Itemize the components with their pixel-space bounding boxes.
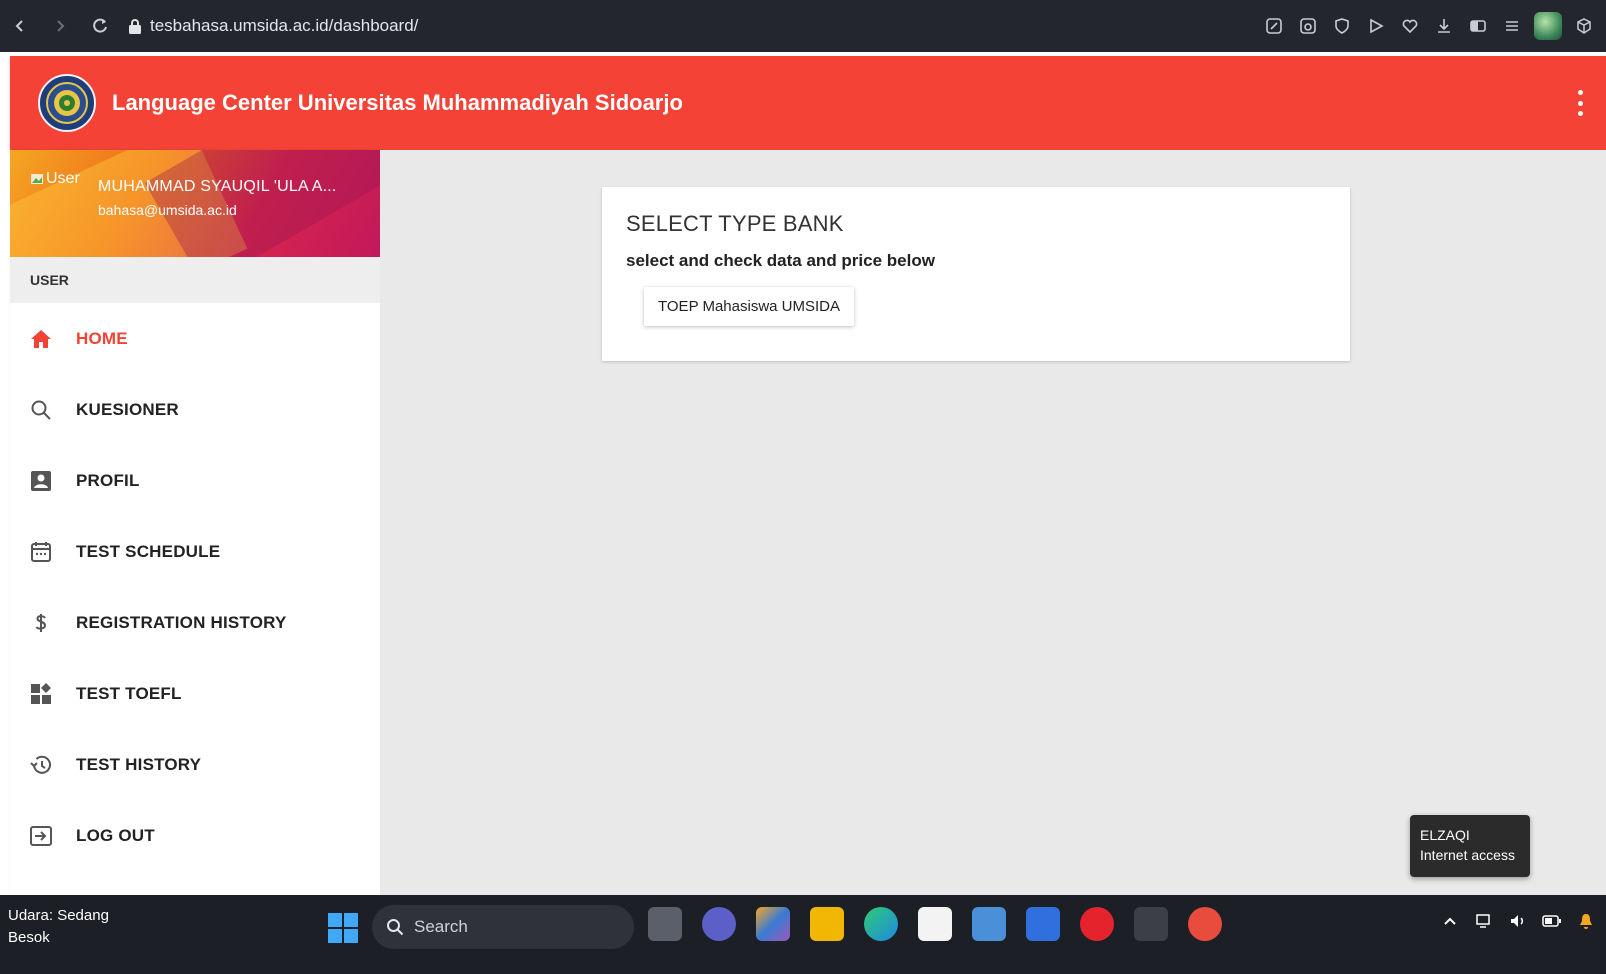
sidebar-item-test-history[interactable]: TEST HISTORY [10,729,380,800]
card-title: SELECT TYPE BANK [626,211,844,236]
reload-icon [93,18,107,33]
copilot-icon[interactable] [756,907,790,941]
sidebar-item-test-toefl[interactable]: TEST TOEFL [10,658,380,729]
menu-icon[interactable] [1500,14,1524,38]
profile-avatar[interactable] [1534,12,1562,40]
sidebar-section-header: USER [10,257,380,303]
sidebar-item-registration-history[interactable]: REGISTRATION HISTORY [10,587,380,658]
edit-icon[interactable] [1262,14,1286,38]
calendar-icon [28,539,54,565]
user-email: bahasa@umsida.ac.id [98,202,237,218]
edge-icon[interactable] [864,907,898,941]
volume-icon[interactable] [1508,911,1528,931]
shield-icon[interactable] [1330,14,1354,38]
select-type-card: SELECT TYPE BANK select and check data a… [602,187,1350,361]
main-content: SELECT TYPE BANK select and check data a… [380,150,1606,915]
notification-bell-icon[interactable] [1576,911,1596,931]
user-profile-card: User MUHAMMAD SYAUQIL 'ULA A... bahasa@u… [10,150,380,257]
user-image: User [30,170,80,188]
tooltip-status: Internet access [1420,847,1515,863]
wps-icon[interactable] [1188,907,1222,941]
sidebar-item-kuesioner[interactable]: KUESIONER [10,374,380,445]
store-icon[interactable] [918,907,952,941]
sidebar-item-log-out[interactable]: LOG OUT [10,800,380,871]
user-image-alt: User [46,170,80,187]
dollar-icon [28,610,54,636]
battery-icon[interactable] [1542,911,1562,931]
taskbar-search[interactable]: Search [372,905,634,949]
university-logo[interactable] [38,74,96,132]
tooltip-network-name: ELZAQI [1420,827,1470,843]
extension-icons [1262,0,1596,52]
account-box-icon [28,468,54,494]
start-button[interactable] [328,913,358,943]
taskbar-apps [648,907,1222,941]
search-label: Search [414,917,468,936]
heart-icon[interactable] [1398,14,1422,38]
chevron-right-icon [57,20,65,32]
sidebar-item-label: REGISTRATION HISTORY [76,612,287,632]
meet-icon[interactable] [702,907,736,941]
sidebar-item-label: TEST TOEFL [76,683,182,703]
search-icon [28,397,54,423]
sidebar: User MUHAMMAD SYAUQIL 'ULA A... bahasa@u… [10,150,380,915]
chevron-left-icon [15,20,23,32]
back-button[interactable] [0,0,40,52]
sidebar-item-profil[interactable]: PROFIL [10,445,380,516]
dashboard-icon [28,681,54,707]
notepad-icon[interactable] [1026,907,1060,941]
sidebar-item-label: TEST HISTORY [76,754,202,774]
weather-widget[interactable]: Udara: Sedang Besok [8,905,109,949]
weather-status: Udara: Sedang [8,907,109,924]
system-tray [1440,911,1596,931]
sidebar-item-test-schedule[interactable]: TEST SCHEDULE [10,516,380,587]
network-icon[interactable] [1474,911,1494,931]
opera-icon[interactable] [1080,907,1114,941]
weather-day: Besok [8,929,50,946]
download-icon[interactable] [1432,14,1456,38]
taskbar: Udara: Sedang Besok Search [0,895,1606,974]
url-text: tesbahasa.umsida.ac.id/dashboard/ [150,16,419,35]
file-explorer-icon[interactable] [810,907,844,941]
sidebar-item-label: TEST SCHEDULE [76,541,221,561]
address-bar[interactable]: tesbahasa.umsida.ac.id/dashboard/ [128,0,418,52]
lock-icon [129,19,141,34]
play-icon[interactable] [1364,14,1388,38]
sidebar-item-label: KUESIONER [76,399,179,419]
home-icon [28,326,54,352]
app-title: Language Center Universitas Muhammadiyah… [112,90,683,115]
broken-image-icon [31,174,43,184]
app-header: Language Center Universitas Muhammadiyah… [10,56,1606,150]
card-subtitle: select and check data and price below [626,251,935,270]
forward-button[interactable] [40,0,80,52]
browser-toolbar: tesbahasa.umsida.ac.id/dashboard/ [0,0,1606,52]
seal-icon [46,82,88,124]
camera-icon[interactable] [1296,14,1320,38]
sidebar-item-home[interactable]: HOME [10,303,380,374]
task-view-icon[interactable] [648,907,682,941]
sidebar-item-label: LOG OUT [76,825,155,845]
network-tooltip: ELZAQI Internet access [1410,815,1530,877]
sidebar-item-label: HOME [76,328,128,348]
cube-icon[interactable] [1572,14,1596,38]
more-options-icon[interactable] [1578,90,1584,116]
type-bank-button[interactable]: TOEP Mahasiswa UMSIDA [644,287,854,326]
search-icon [387,919,404,936]
user-name: MUHAMMAD SYAUQIL 'ULA A... [98,178,337,195]
photos-icon[interactable] [972,907,1006,941]
sidebar-toggle-icon[interactable] [1466,14,1490,38]
terminal-icon[interactable] [1134,907,1168,941]
sidebar-item-label: PROFIL [76,470,140,490]
reload-button[interactable] [80,0,120,52]
chevron-up-icon[interactable] [1440,911,1460,931]
logout-icon [28,823,54,849]
history-icon [28,752,54,778]
